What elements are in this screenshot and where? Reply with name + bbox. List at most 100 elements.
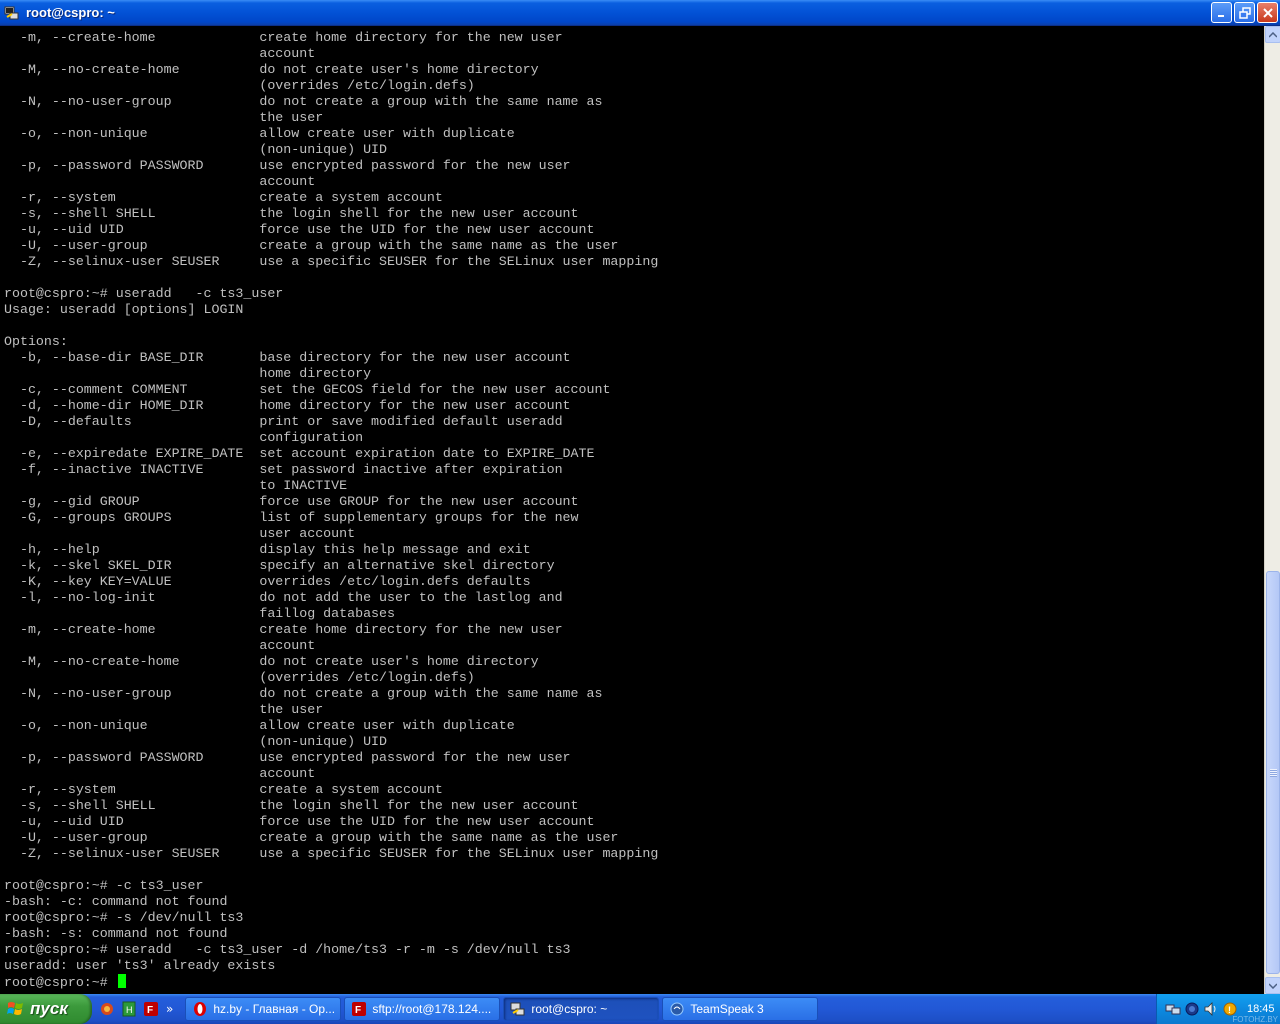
terminal-line: -G, --groups GROUPS list of supplementar… bbox=[4, 510, 579, 525]
terminal-line: -M, --no-create-home do not create user'… bbox=[4, 62, 539, 77]
text-cursor bbox=[117, 974, 126, 988]
notepad-icon[interactable]: H bbox=[120, 1000, 138, 1018]
filezilla-icon: F bbox=[351, 1001, 367, 1017]
taskbar-button-label: root@cspro: ~ bbox=[531, 1002, 608, 1016]
scroll-down-button[interactable] bbox=[1265, 977, 1280, 994]
terminal-prompt-line[interactable]: root@cspro:~# bbox=[4, 974, 658, 990]
terminal-line: (non-unique) UID bbox=[4, 142, 388, 157]
terminal-line: to INACTIVE bbox=[4, 478, 348, 493]
task-buttons: hz.by - Главная - Op... Fsftp://root@178.… bbox=[185, 997, 819, 1021]
terminal-line: -N, --no-user-group do not create a grou… bbox=[4, 94, 603, 109]
terminal-line: -m, --create-home create home directory … bbox=[4, 30, 563, 45]
start-label: пуск bbox=[30, 999, 68, 1018]
terminal-line: -u, --uid UID force use the UID for the … bbox=[4, 222, 595, 237]
terminal-line: account bbox=[4, 766, 316, 781]
terminal-line: -K, --key KEY=VALUE overrides /etc/login… bbox=[4, 574, 531, 589]
terminal-line: -r, --system create a system account bbox=[4, 782, 443, 797]
terminal-line: -Z, --selinux-user SEUSER use a specific… bbox=[4, 254, 659, 269]
clock[interactable]: 18:45 bbox=[1247, 1003, 1275, 1015]
terminal-line: -u, --uid UID force use the UID for the … bbox=[4, 814, 595, 829]
terminal-line: -r, --system create a system account bbox=[4, 190, 443, 205]
terminal-line: -o, --non-unique allow create user with … bbox=[4, 126, 515, 141]
window-titlebar[interactable]: root@cspro: ~ bbox=[0, 0, 1280, 26]
terminal-line: -bash: -c: command not found bbox=[4, 894, 228, 909]
taskbar-button[interactable]: TeamSpeak 3 bbox=[662, 997, 819, 1021]
terminal-line: account bbox=[4, 174, 316, 189]
terminal-line: the user bbox=[4, 702, 324, 717]
svg-text:F: F bbox=[147, 1005, 153, 1016]
terminal-line: -e, --expiredate EXPIRE_DATE set account… bbox=[4, 446, 595, 461]
grip-icon bbox=[1269, 768, 1277, 777]
terminal-line: account bbox=[4, 46, 316, 61]
close-button[interactable] bbox=[1257, 2, 1278, 23]
putty-icon bbox=[4, 5, 20, 21]
terminal-line: home directory bbox=[4, 366, 372, 381]
terminal-line: -f, --inactive INACTIVE set password ina… bbox=[4, 462, 563, 477]
terminal-line: -N, --no-user-group do not create a grou… bbox=[4, 686, 603, 701]
close-icon bbox=[1262, 7, 1273, 18]
globe-icon[interactable] bbox=[1184, 1001, 1200, 1017]
terminal-line: Options: bbox=[4, 334, 68, 349]
windows-logo-icon bbox=[7, 1002, 23, 1015]
terminal-line: -k, --skel SKEL_DIR specify an alternati… bbox=[4, 558, 555, 573]
terminal-line: configuration bbox=[4, 430, 364, 445]
terminal-line: useradd: user 'ts3' already exists bbox=[4, 958, 276, 973]
arrow-down-icon bbox=[1269, 982, 1277, 989]
filezilla-icon[interactable]: F bbox=[142, 1000, 160, 1018]
terminal-line: account bbox=[4, 638, 316, 653]
terminal-line: -Z, --selinux-user SEUSER use a specific… bbox=[4, 846, 659, 861]
terminal-line: -b, --base-dir BASE_DIR base directory f… bbox=[4, 350, 571, 365]
teamspeak-icon bbox=[669, 1001, 685, 1017]
terminal-line: -p, --password PASSWORD use encrypted pa… bbox=[4, 158, 571, 173]
taskbar-button-label: sftp://root@178.124.... bbox=[372, 1002, 492, 1016]
terminal-line: user account bbox=[4, 526, 356, 541]
arrow-up-icon bbox=[1269, 31, 1277, 38]
terminal-line: faillog databases bbox=[4, 606, 395, 621]
minimize-icon bbox=[1217, 14, 1224, 17]
terminal-line: -U, --user-group create a group with the… bbox=[4, 238, 619, 253]
terminal-prompt: root@cspro:~# bbox=[4, 975, 116, 990]
terminal-line: -d, --home-dir HOME_DIR home directory f… bbox=[4, 398, 571, 413]
terminal-line: (overrides /etc/login.defs) bbox=[4, 78, 475, 93]
minimize-button[interactable] bbox=[1211, 2, 1232, 23]
scroll-thumb[interactable] bbox=[1266, 571, 1280, 974]
putty-icon bbox=[510, 1001, 526, 1017]
terminal-line: -M, --no-create-home do not create user'… bbox=[4, 654, 539, 669]
quicklaunch-more-icon[interactable]: » bbox=[166, 1002, 173, 1016]
restore-icon bbox=[1238, 6, 1251, 19]
taskbar-button[interactable]: Fsftp://root@178.124.... bbox=[344, 997, 501, 1021]
terminal-line: -bash: -s: command not found bbox=[4, 926, 228, 941]
restore-button[interactable] bbox=[1234, 2, 1255, 23]
terminal-text: -m, --create-home create home directory … bbox=[4, 30, 658, 990]
taskbar-button-label: hz.by - Главная - Op... bbox=[213, 1002, 336, 1016]
start-button[interactable]: пуск bbox=[0, 994, 92, 1024]
watermark: FOTOHZ.BY bbox=[1232, 1015, 1278, 1024]
terminal-line: -m, --create-home create home directory … bbox=[4, 622, 563, 637]
svg-text:F: F bbox=[355, 1005, 361, 1016]
terminal-line: -p, --password PASSWORD use encrypted pa… bbox=[4, 750, 571, 765]
terminal-line: root@cspro:~# -c ts3_user bbox=[4, 878, 204, 893]
terminal-line: (non-unique) UID bbox=[4, 734, 388, 749]
terminal-line: -l, --no-log-init do not add the user to… bbox=[4, 590, 563, 605]
taskbar-button[interactable]: root@cspro: ~ bbox=[503, 997, 660, 1021]
terminal-output[interactable]: -m, --create-home create home directory … bbox=[0, 26, 1264, 994]
quick-launch: H F » bbox=[98, 994, 173, 1024]
terminal-line: the user bbox=[4, 110, 324, 125]
terminal-line: -U, --user-group create a group with the… bbox=[4, 830, 619, 845]
taskbar-button[interactable]: hz.by - Главная - Op... bbox=[185, 997, 342, 1021]
opera-icon bbox=[192, 1001, 208, 1017]
volume-icon[interactable] bbox=[1203, 1001, 1219, 1017]
desktop-icon[interactable] bbox=[98, 1000, 116, 1018]
taskbar-button-label: TeamSpeak 3 bbox=[690, 1002, 764, 1016]
terminal-line: -c, --comment COMMENT set the GECOS fiel… bbox=[4, 382, 611, 397]
vertical-scrollbar[interactable] bbox=[1264, 26, 1280, 994]
terminal-line: -D, --defaults print or save modified de… bbox=[4, 414, 563, 429]
network-icon[interactable] bbox=[1165, 1001, 1181, 1017]
terminal-line: root@cspro:~# useradd -c ts3_user -d /ho… bbox=[4, 942, 571, 957]
terminal-line: (overrides /etc/login.defs) bbox=[4, 670, 475, 685]
terminal-line: Usage: useradd [options] LOGIN bbox=[4, 302, 244, 317]
scroll-up-button[interactable] bbox=[1265, 26, 1280, 43]
system-tray: ! 18:45 FOTOHZ.BY bbox=[1156, 994, 1280, 1024]
window-controls bbox=[1211, 2, 1278, 23]
